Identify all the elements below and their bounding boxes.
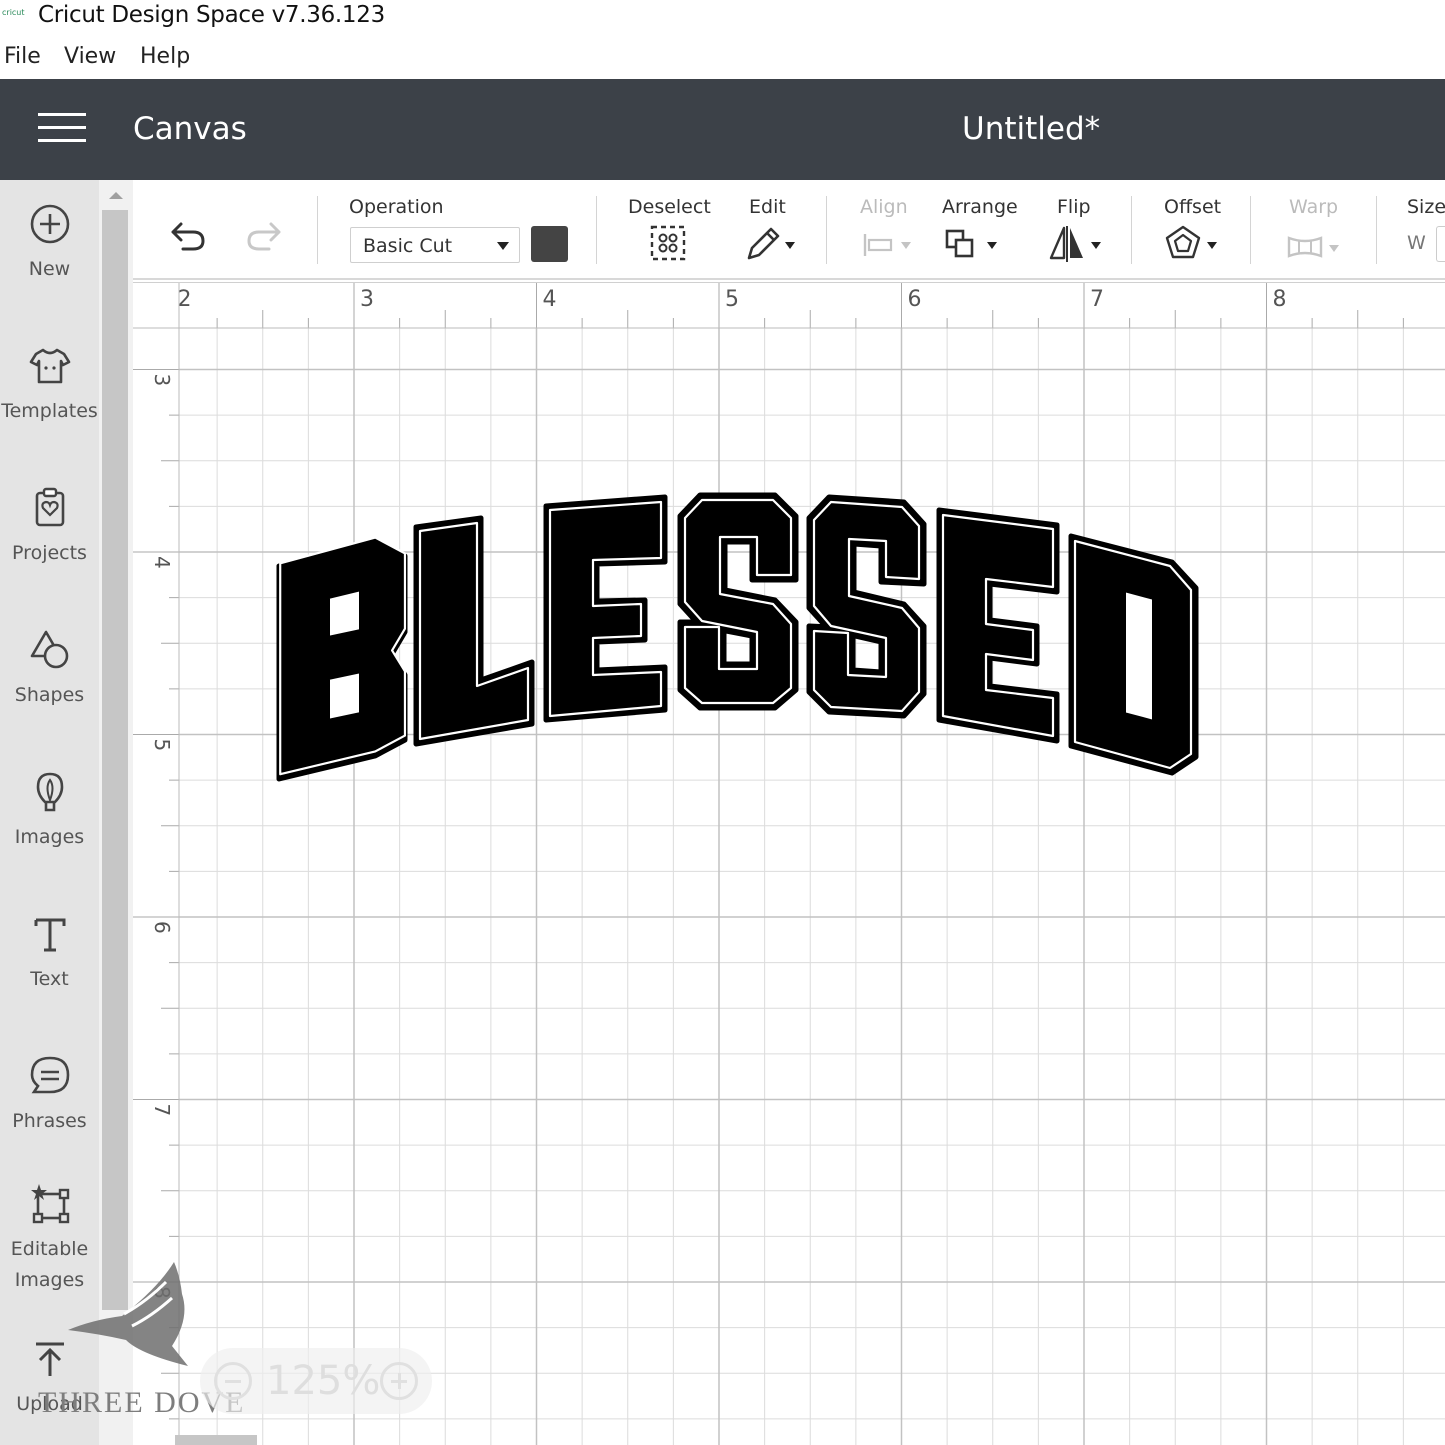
sidebar-item-shapes[interactable]: Shapes xyxy=(0,628,99,711)
project-icon xyxy=(35,487,64,527)
text-icon xyxy=(34,918,65,952)
left-sidebar: New Templates Projects Shapes Images Tex… xyxy=(0,180,99,1445)
size-width-input[interactable] xyxy=(1436,226,1445,262)
letter-s-1[interactable] xyxy=(677,492,799,711)
ruler-left-label: 5 xyxy=(150,739,174,752)
zoom-out-button[interactable] xyxy=(214,1362,252,1400)
letter-e[interactable] xyxy=(543,494,668,723)
dove-watermark-icon xyxy=(68,1262,188,1366)
color-swatch[interactable] xyxy=(531,226,568,262)
chevron-down-icon xyxy=(497,242,509,250)
header-section-title: Canvas xyxy=(133,111,247,147)
ruler-left-label: 6 xyxy=(150,921,174,934)
arrange-icon[interactable] xyxy=(943,224,1003,264)
redo-icon[interactable] xyxy=(243,216,285,256)
canvas-horizontal-scroll-thumb[interactable] xyxy=(175,1435,257,1445)
ruler-top xyxy=(133,282,1445,328)
size-label: Size xyxy=(1407,196,1445,218)
shapes-icon xyxy=(30,630,68,669)
flip-label: Flip xyxy=(1057,196,1091,218)
zoom-level: 125% xyxy=(266,1358,381,1404)
plus-circle-icon xyxy=(30,204,69,244)
toolbar-separator xyxy=(317,196,318,264)
toolbar-separator xyxy=(596,196,597,264)
operation-dropdown[interactable]: Basic Cut xyxy=(350,227,520,263)
sidebar-item-label: Projects xyxy=(12,542,87,564)
sidebar-item-phrases[interactable]: Phrases xyxy=(0,1054,99,1137)
ruler-left-label: 4 xyxy=(150,556,174,569)
tshirt-icon xyxy=(29,348,70,384)
ruler-top-label: 5 xyxy=(725,287,739,312)
ruler-top-label: 6 xyxy=(908,287,922,312)
sidebar-item-text[interactable]: Text xyxy=(0,912,99,995)
offset-label: Offset xyxy=(1164,196,1222,218)
zoom-control: 125% xyxy=(200,1348,432,1414)
deselect-icon[interactable] xyxy=(649,224,687,262)
ruler-top-label: 4 xyxy=(543,287,557,312)
deselect-label: Deselect xyxy=(628,196,711,218)
app-logo: cricut xyxy=(2,8,25,17)
ruler-top-label: 2 xyxy=(178,287,192,312)
scroll-up-arrow-icon[interactable] xyxy=(109,192,123,199)
letter-e-2[interactable] xyxy=(936,507,1060,744)
canvas-grid[interactable]: 2345678 2345678 xyxy=(133,282,1445,1445)
edit-toolbar: Operation Basic Cut Deselect Edit Align … xyxy=(133,180,1445,280)
sidebar-item-templates[interactable]: Templates xyxy=(0,344,99,427)
toolbar-separator xyxy=(1376,196,1377,264)
hamburger-menu-icon[interactable] xyxy=(38,113,86,143)
zoom-in-button[interactable] xyxy=(380,1362,418,1400)
sidebar-item-label: Templates xyxy=(1,400,98,422)
undo-icon[interactable] xyxy=(167,216,209,256)
editable-image-icon xyxy=(30,1184,69,1224)
offset-icon[interactable] xyxy=(1163,224,1223,264)
size-width-label: W xyxy=(1407,232,1426,254)
align-icon[interactable] xyxy=(861,224,917,264)
sidebar-item-label: Shapes xyxy=(14,684,85,706)
toolbar-separator xyxy=(1250,196,1251,264)
blessed-design[interactable] xyxy=(276,492,1199,782)
warp-icon[interactable] xyxy=(1285,224,1345,264)
arrange-label: Arrange xyxy=(942,196,1018,218)
sidebar-item-label: Text xyxy=(30,968,69,990)
title-bar: cricut Cricut Design Space v7.36.123 xyxy=(0,0,1445,34)
pencil-icon[interactable] xyxy=(743,224,799,264)
sidebar-item-label: Images xyxy=(14,826,85,848)
edit-label: Edit xyxy=(749,196,786,218)
ruler-left-label: 3 xyxy=(150,374,174,387)
operation-label: Operation xyxy=(349,196,444,218)
sidebar-item-images[interactable]: Images xyxy=(0,770,99,853)
toolbar-separator xyxy=(1131,196,1132,264)
sidebar-scroll-thumb[interactable] xyxy=(102,210,128,1310)
letter-s-2[interactable] xyxy=(806,494,927,719)
ruler-left-label: 7 xyxy=(150,1104,174,1117)
sidebar-scrollbar[interactable] xyxy=(99,180,133,1445)
letter-d[interactable] xyxy=(1068,533,1199,776)
app-header: Canvas Untitled* xyxy=(0,79,1445,180)
speech-bubble-icon xyxy=(30,1056,69,1094)
operation-value: Basic Cut xyxy=(363,235,453,257)
flip-icon[interactable] xyxy=(1047,224,1107,264)
warp-label: Warp xyxy=(1289,196,1339,218)
ruler-top-label: 7 xyxy=(1090,287,1104,312)
toolbar-separator xyxy=(826,196,827,264)
sidebar-item-new[interactable]: New xyxy=(0,202,99,285)
menu-view[interactable]: View xyxy=(64,44,116,69)
menu-help[interactable]: Help xyxy=(140,44,190,69)
document-title[interactable]: Untitled* xyxy=(962,111,1100,147)
menu-file[interactable]: File xyxy=(4,44,41,69)
sidebar-item-label: New xyxy=(28,258,71,280)
sidebar-item-projects[interactable]: Projects xyxy=(0,486,99,569)
bulb-icon xyxy=(36,772,63,812)
grid-major xyxy=(179,328,1445,1445)
grid-fine xyxy=(179,328,1445,1445)
ruler-top-label: 3 xyxy=(360,287,374,312)
design-canvas[interactable]: 2345678 2345678 xyxy=(133,282,1445,1445)
ruler-top-label: 8 xyxy=(1273,287,1287,312)
window-title: Cricut Design Space v7.36.123 xyxy=(38,2,385,28)
sidebar-item-label: Phrases xyxy=(12,1110,87,1132)
align-label: Align xyxy=(860,196,908,218)
menu-bar: File View Help xyxy=(0,38,1445,76)
letter-b[interactable] xyxy=(276,536,408,782)
